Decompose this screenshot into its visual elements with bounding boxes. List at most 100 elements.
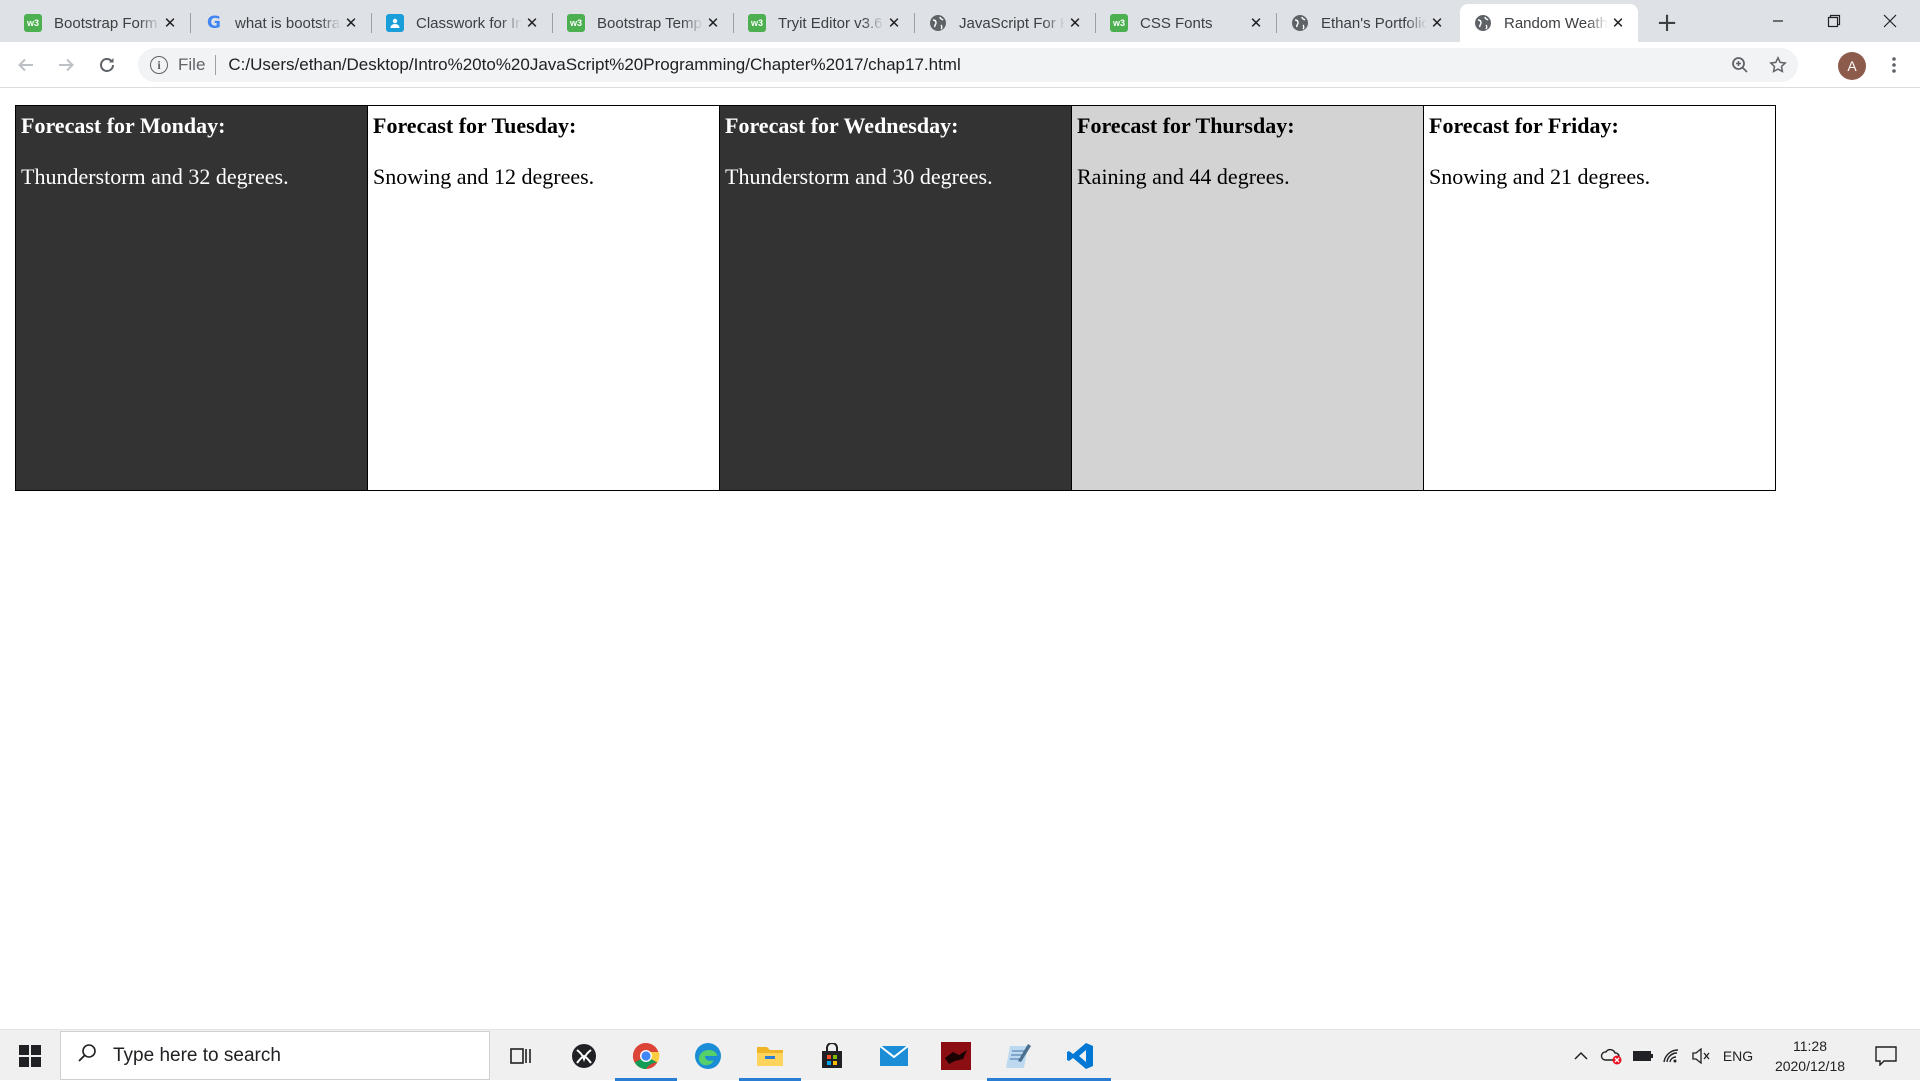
back-button[interactable] <box>10 49 42 81</box>
w3schools-icon: w3 <box>24 14 42 32</box>
globe-icon <box>1291 14 1309 32</box>
kebab-menu-icon <box>1892 57 1896 73</box>
forecast-heading: Forecast for Wednesday: <box>725 113 959 138</box>
store-icon[interactable] <box>801 1030 863 1081</box>
new-tab-button[interactable]: + <box>1650 6 1684 40</box>
start-button[interactable] <box>0 1030 60 1081</box>
forecast-text: Snowing and 12 degrees. <box>373 164 595 189</box>
minimize-button[interactable] <box>1750 0 1806 42</box>
volume-muted-icon[interactable] <box>1688 1030 1714 1081</box>
close-icon[interactable]: ✕ <box>1246 13 1266 33</box>
chrome-icon[interactable] <box>615 1030 677 1081</box>
forecast-cell-wednesday: Forecast for Wednesday: Thunderstorm and… <box>719 105 1072 491</box>
clock-time: 11:28 <box>1793 1038 1827 1054</box>
forecast-heading: Forecast for Monday: <box>21 113 226 138</box>
wifi-icon[interactable] <box>1659 1030 1685 1081</box>
vscode-icon[interactable] <box>1049 1030 1111 1081</box>
close-icon[interactable]: ✕ <box>703 13 723 33</box>
taskbar-search[interactable]: Type here to search <box>60 1031 490 1080</box>
tab-css-fonts[interactable]: w3 CSS Fonts ✕ <box>1096 4 1277 42</box>
forecast-table: Forecast for Monday: Thunderstorm and 32… <box>15 105 1776 491</box>
clock-date: 2020/12/18 <box>1774 1058 1846 1074</box>
close-icon[interactable]: ✕ <box>522 13 542 33</box>
forecast-text: Raining and 44 degrees. <box>1077 164 1290 189</box>
tab-tryit-editor[interactable]: w3 Tryit Editor v3.6 ✕ <box>734 4 915 42</box>
tab-ethans-portfolio[interactable]: Ethan's Portfolio ✕ <box>1277 4 1457 42</box>
clock[interactable]: 11:28 2020/12/18 <box>1760 1036 1860 1076</box>
close-icon[interactable]: ✕ <box>1065 13 1085 33</box>
address-bar[interactable]: i File C:/Users/ethan/Desktop/Intro%20to… <box>138 48 1798 82</box>
close-icon[interactable]: ✕ <box>341 13 361 33</box>
file-explorer-icon[interactable] <box>739 1030 801 1081</box>
tab-title: Ethan's Portfolio <box>1321 14 1427 32</box>
avatar[interactable]: A <box>1838 52 1866 80</box>
globe-icon <box>1474 14 1492 32</box>
w3schools-icon: w3 <box>1110 14 1128 32</box>
tab-title: Random Weather <box>1504 14 1608 32</box>
close-icon[interactable]: ✕ <box>884 13 904 33</box>
forecast-heading: Forecast for Friday: <box>1429 113 1619 138</box>
forecast-cell-friday: Forecast for Friday: Snowing and 21 degr… <box>1423 105 1776 491</box>
chevron-up-icon[interactable] <box>1568 1030 1594 1081</box>
search-icon <box>77 1043 97 1069</box>
game-app-icon[interactable] <box>925 1030 987 1081</box>
search-placeholder: Type here to search <box>113 1044 281 1066</box>
tab-strip: w3 Bootstrap Form ✕ G what is bootstrap … <box>0 0 1920 42</box>
windows-icon <box>19 1044 41 1067</box>
tab-title: Bootstrap Temp <box>597 14 702 32</box>
close-icon[interactable]: ✕ <box>1427 13 1447 33</box>
tab-classwork[interactable]: Classwork for Intro ✕ <box>372 4 553 42</box>
tab-what-is-bootstrap[interactable]: G what is bootstrap ✕ <box>191 4 372 42</box>
forecast-cell-monday: Forecast for Monday: Thunderstorm and 32… <box>15 105 368 491</box>
restore-button[interactable] <box>1806 0 1862 42</box>
taskbar: Type here to search ENG 11:28 2020/12/18 <box>0 1029 1920 1081</box>
close-icon[interactable]: ✕ <box>1608 13 1628 33</box>
forecast-text: Thunderstorm and 32 degrees. <box>21 164 289 189</box>
bookmark-star-icon[interactable] <box>1758 56 1798 74</box>
forecast-cell-thursday: Forecast for Thursday: Raining and 44 de… <box>1071 105 1424 491</box>
tab-title: what is bootstrap <box>235 14 341 32</box>
tab-title: Tryit Editor v3.6 <box>778 14 883 32</box>
tab-title: Bootstrap Form <box>54 14 158 32</box>
forward-button[interactable] <box>50 49 82 81</box>
google-icon: G <box>207 13 221 33</box>
task-view-icon[interactable] <box>490 1030 552 1081</box>
battery-icon[interactable] <box>1630 1030 1656 1081</box>
forecast-heading: Forecast for Tuesday: <box>373 113 577 138</box>
language-indicator[interactable]: ENG <box>1716 1030 1760 1081</box>
forecast-cell-tuesday: Forecast for Tuesday: Snowing and 12 deg… <box>367 105 720 491</box>
arrow-right-icon <box>59 58 74 72</box>
notepad-icon[interactable] <box>987 1030 1049 1081</box>
browser-toolbar: i File C:/Users/ethan/Desktop/Intro%20to… <box>0 42 1920 88</box>
notification-icon[interactable] <box>1862 1030 1910 1081</box>
w3schools-icon: w3 <box>567 14 585 32</box>
scheme-label: File <box>178 55 206 74</box>
tab-bootstrap-form[interactable]: w3 Bootstrap Form ✕ <box>10 4 191 42</box>
info-icon[interactable]: i <box>150 56 168 74</box>
forecast-row: Forecast for Monday: Thunderstorm and 32… <box>15 105 1776 491</box>
close-window-button[interactable] <box>1862 0 1918 42</box>
classroom-icon <box>386 14 404 32</box>
tab-title: JavaScript For Kids <box>959 14 1065 32</box>
zoom-icon[interactable] <box>1722 56 1758 74</box>
forecast-heading: Forecast for Thursday: <box>1077 113 1295 138</box>
onedrive-error-icon[interactable] <box>1597 1030 1627 1081</box>
globe-icon <box>929 14 947 32</box>
tab-javascript-for-kids[interactable]: JavaScript For Kids ✕ <box>915 4 1096 42</box>
url-text[interactable]: C:/Users/ethan/Desktop/Intro%20to%20Java… <box>228 55 1722 75</box>
menu-button[interactable] <box>1878 49 1910 81</box>
w3schools-icon: w3 <box>748 14 766 32</box>
mail-icon[interactable] <box>863 1030 925 1081</box>
reload-button[interactable] <box>91 49 123 81</box>
tab-bootstrap-templates[interactable]: w3 Bootstrap Temp ✕ <box>553 4 734 42</box>
reload-icon <box>100 58 114 72</box>
edge-icon[interactable] <box>677 1030 739 1081</box>
arrow-left-icon <box>18 58 33 72</box>
tab-random-weather[interactable]: Random Weather ✕ <box>1460 4 1638 42</box>
forecast-text: Thunderstorm and 30 degrees. <box>725 164 993 189</box>
tab-title: CSS Fonts <box>1140 14 1213 32</box>
xbox-icon[interactable] <box>553 1030 615 1081</box>
tab-title: Classwork for Intro <box>416 14 522 32</box>
close-icon[interactable]: ✕ <box>160 13 180 33</box>
forecast-text: Snowing and 21 degrees. <box>1429 164 1651 189</box>
